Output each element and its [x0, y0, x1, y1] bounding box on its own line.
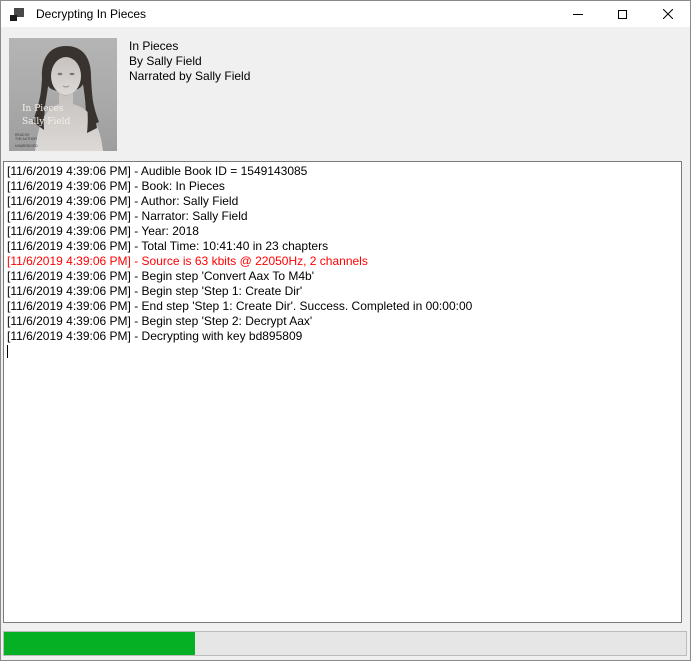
- log-line: [11/6/2019 4:39:06 PM] - Author: Sally F…: [7, 194, 679, 209]
- log-line: [11/6/2019 4:39:06 PM] - Source is 63 kb…: [7, 254, 679, 269]
- book-cover-image: In Pieces Sally Field READ BY THE AUTHOR…: [9, 38, 117, 151]
- log-line: [11/6/2019 4:39:06 PM] - Audible Book ID…: [7, 164, 679, 179]
- cover-readby-line2: THE AUTHOR: [15, 137, 37, 141]
- cover-eye-left: [58, 73, 63, 75]
- minimize-button[interactable]: [555, 1, 600, 27]
- caption-buttons: [555, 1, 690, 27]
- titlebar[interactable]: Decrypting In Pieces: [1, 1, 690, 27]
- log-line: [11/6/2019 4:39:06 PM] - Year: 2018: [7, 224, 679, 239]
- close-button[interactable]: [645, 1, 690, 27]
- progress-fill: [4, 632, 195, 655]
- log-line: [11/6/2019 4:39:06 PM] - Narrator: Sally…: [7, 209, 679, 224]
- log-line: [11/6/2019 4:39:06 PM] - Decrypting with…: [7, 329, 679, 344]
- log-line: [11/6/2019 4:39:06 PM] - Begin step 'Con…: [7, 269, 679, 284]
- maximize-button[interactable]: [600, 1, 645, 27]
- progress-bar: [3, 631, 687, 656]
- cover-title-text: In Pieces: [22, 104, 64, 114]
- log-caret-line: [7, 344, 679, 359]
- close-icon: [663, 9, 673, 19]
- cover-eye-right: [70, 73, 75, 75]
- log-line: [11/6/2019 4:39:06 PM] - Total Time: 10:…: [7, 239, 679, 254]
- app-icon: [9, 6, 25, 22]
- minimize-icon: [573, 14, 583, 15]
- cover-author-text: Sally Field: [22, 117, 71, 127]
- app-icon-square-small: [10, 15, 17, 21]
- text-caret: [7, 345, 8, 358]
- window-title: Decrypting In Pieces: [36, 7, 146, 21]
- log-line: [11/6/2019 4:39:06 PM] - Begin step 'Ste…: [7, 314, 679, 329]
- log-line: [11/6/2019 4:39:06 PM] - Book: In Pieces: [7, 179, 679, 194]
- book-narrator: Narrated by Sally Field: [129, 69, 250, 84]
- maximize-icon: [618, 10, 627, 19]
- cover-face: [51, 57, 81, 95]
- book-info: In Pieces By Sally Field Narrated by Sal…: [129, 39, 250, 84]
- book-author: By Sally Field: [129, 54, 250, 69]
- log-line: [11/6/2019 4:39:06 PM] - End step 'Step …: [7, 299, 679, 314]
- app-window: Decrypting In Pieces: [0, 0, 691, 661]
- cover-unabridged: UNABRIDGED: [15, 144, 38, 148]
- log-textbox[interactable]: [11/6/2019 4:39:06 PM] - Audible Book ID…: [3, 161, 682, 623]
- log-line: [11/6/2019 4:39:06 PM] - Begin step 'Ste…: [7, 284, 679, 299]
- book-title: In Pieces: [129, 39, 250, 54]
